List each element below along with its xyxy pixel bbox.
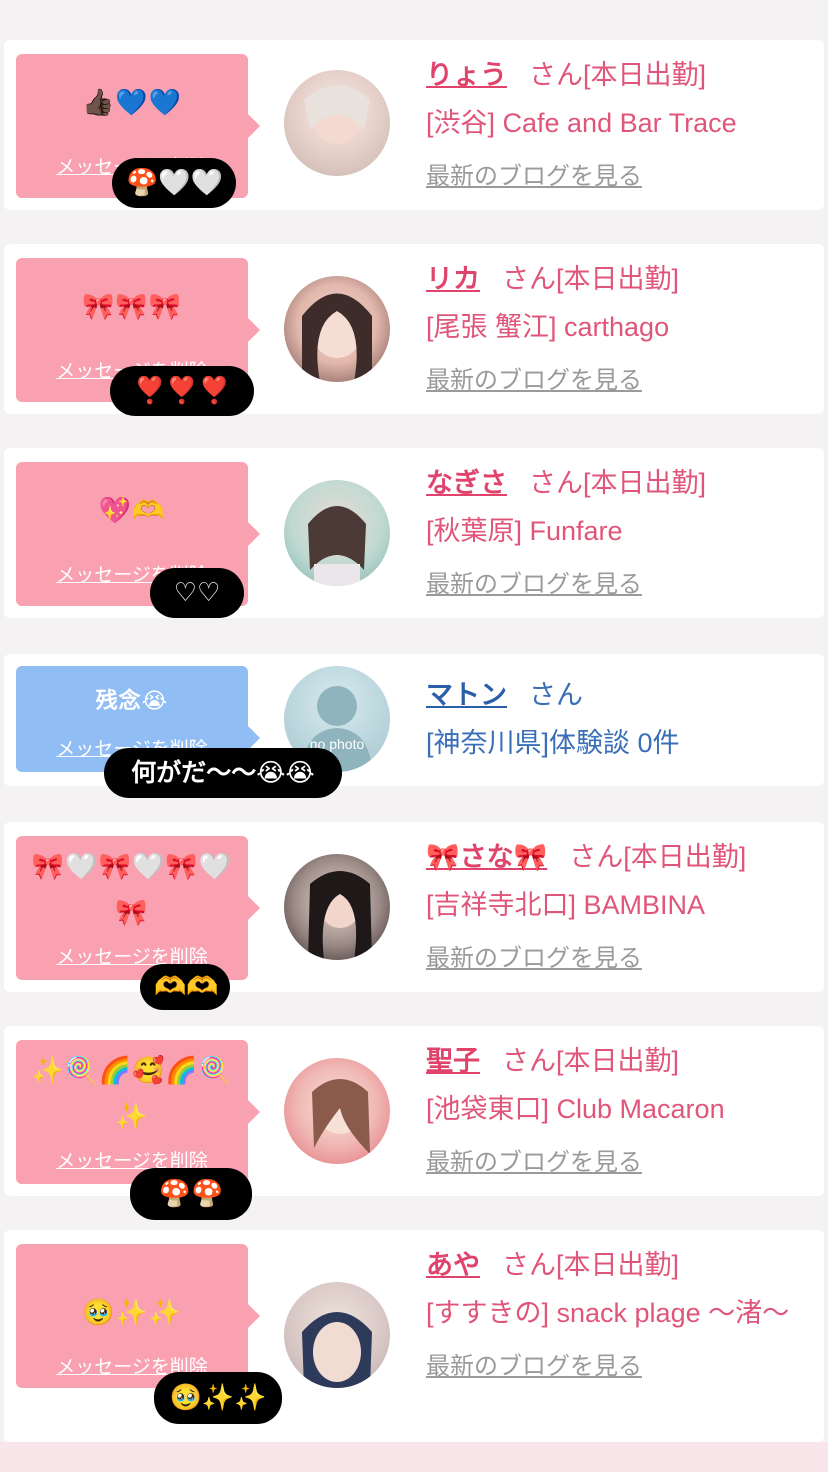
avatar[interactable] [284, 854, 390, 960]
message-text: ✨🍭🌈🥰🌈🍭✨ [31, 1056, 233, 1132]
list-item: 🎀🎀🎀 メッセージを削除 リカさん[本日出勤] [尾張 蟹江] carthago… [4, 244, 824, 416]
avatar[interactable] [284, 276, 390, 382]
girl-name-link[interactable]: マトン [426, 680, 507, 710]
blog-link[interactable]: 最新のブログを見る [426, 564, 642, 599]
girl-info: あや さん[本日出勤] [すすきの] snack plage 〜渚〜 最新のブログ… [426, 1246, 808, 1381]
message-bubble: 🎀🤍🎀🤍🎀🤍🎀 メッセージを削除 [16, 836, 260, 980]
message-text: 🥹✨✨ [81, 1298, 183, 1328]
shop-name: [池袋東口] Club Macaron [426, 1094, 725, 1124]
avatar-image [304, 85, 370, 144]
list-item: 💖🫶 メッセージを削除 なぎさ さん[本日出勤] [秋葉原] Funfare 最新… [4, 448, 824, 618]
girl-info: りょう さん[本日出勤] [渋谷] Cafe and Bar Trace 最新のブ… [426, 56, 808, 191]
message-text: 💖🫶 [98, 496, 166, 526]
bottom-bar [0, 1442, 828, 1472]
girl-info: マトン さん [神奈川県]体験談 0件 [426, 676, 808, 766]
shop-name: [尾張 蟹江] carthago [426, 312, 670, 342]
blog-link[interactable]: 最新のブログを見る [426, 1142, 642, 1177]
shop-name: [秋葉原] Funfare [426, 516, 623, 546]
avatar[interactable] [284, 1282, 390, 1388]
status-text: さん[本日出勤] [502, 264, 680, 294]
list-item: 🎀🤍🎀🤍🎀🤍🎀 メッセージを削除 🎀さな🎀 さん[本日出勤] [吉祥寺北口] BA… [4, 822, 824, 1010]
message-text: 残念😭 [95, 689, 169, 714]
girl-name-link[interactable]: あや [426, 1250, 480, 1280]
shop-name: [渋谷] Cafe and Bar Trace [426, 108, 737, 138]
message-bubble: 🥹✨✨ メッセージを削除 [16, 1244, 260, 1388]
reaction-badge: 何がだ〜〜😭😭 [104, 748, 342, 798]
status-text: さん [529, 680, 583, 710]
reaction-badge: ♡♡ [150, 568, 244, 618]
blog-link[interactable]: 最新のブログを見る [426, 360, 642, 395]
avatar[interactable] [284, 1058, 390, 1164]
message-text: 🎀🎀🎀 [81, 292, 183, 322]
reaction-badge: 🍄🍄 [130, 1168, 252, 1220]
reaction-badge: 🫶🫶 [140, 964, 230, 1010]
list-item: 🥹✨✨ メッセージを削除 あや さん[本日出勤] [すすきの] snack pla… [4, 1230, 824, 1442]
status-text: さん[本日出勤] [569, 842, 747, 872]
reaction-badge: 🍄🤍🤍 [112, 158, 236, 208]
girl-info: リカ さん[本日出勤] [尾張 蟹江] carthago 最新のブログを見る [426, 260, 808, 395]
girl-name-link[interactable]: 聖子 [426, 1046, 480, 1076]
message-text: 👍🏿💙💙 [81, 88, 183, 118]
avatar-image [308, 506, 366, 586]
list-item: 👍🏿💙💙 メッセージを削除 りょうさん[本日出勤] [渋谷] Cafe and … [4, 40, 824, 210]
message-bubble: ✨🍭🌈🥰🌈🍭✨ メッセージを削除 [16, 1040, 260, 1184]
shop-name: [すすきの] snack plage 〜渚〜 [426, 1298, 790, 1328]
girl-info: 🎀さな🎀 さん[本日出勤] [吉祥寺北口] BAMBINA 最新のブログを見る [426, 838, 808, 973]
girl-name-link[interactable]: りょう [426, 60, 507, 90]
girl-info: なぎさ さん[本日出勤] [秋葉原] Funfare 最新のブログを見る [426, 464, 808, 599]
status-text: さん[本日出勤] [529, 468, 707, 498]
blog-link[interactable]: 最新のブログを見る [426, 1346, 642, 1381]
girl-name-link[interactable]: 🎀さな🎀 [426, 842, 547, 872]
girl-name-link[interactable]: なぎさ [426, 468, 507, 498]
shop-name: [吉祥寺北口] BAMBINA [426, 890, 706, 920]
status-text: さん[本日出勤] [529, 60, 707, 90]
avatar-image [308, 871, 372, 960]
reaction-badge: ❣️❣️❣️ [110, 366, 254, 416]
avatar[interactable] [284, 480, 390, 586]
blog-link[interactable]: 最新のブログを見る [426, 938, 642, 973]
report-count: [神奈川県]体験談 0件 [426, 728, 680, 758]
status-text: さん[本日出勤] [502, 1250, 680, 1280]
reaction-badge: 🥹✨✨ [154, 1372, 282, 1424]
avatar-image [302, 293, 372, 382]
blog-link[interactable]: 最新のブログを見る [426, 156, 642, 191]
avatar-image [302, 1312, 372, 1388]
list-item: ✨🍭🌈🥰🌈🍭✨ メッセージを削除 聖子 さん[本日出勤] [池袋東口] Club … [4, 1026, 824, 1220]
message-text: 🎀🤍🎀🤍🎀🤍🎀 [31, 852, 233, 928]
avatar-image [312, 1079, 370, 1154]
avatar[interactable] [284, 70, 390, 176]
girl-info: 聖子 さん[本日出勤] [池袋東口] Club Macaron 最新のブログを見る [426, 1042, 808, 1177]
status-text: さん[本日出勤] [502, 1046, 680, 1076]
list-item: 残念😭 メッセージを削除 no photo マトンさん [神奈川県]体験談 0件… [4, 654, 824, 798]
girl-name-link[interactable]: リカ [426, 264, 480, 294]
